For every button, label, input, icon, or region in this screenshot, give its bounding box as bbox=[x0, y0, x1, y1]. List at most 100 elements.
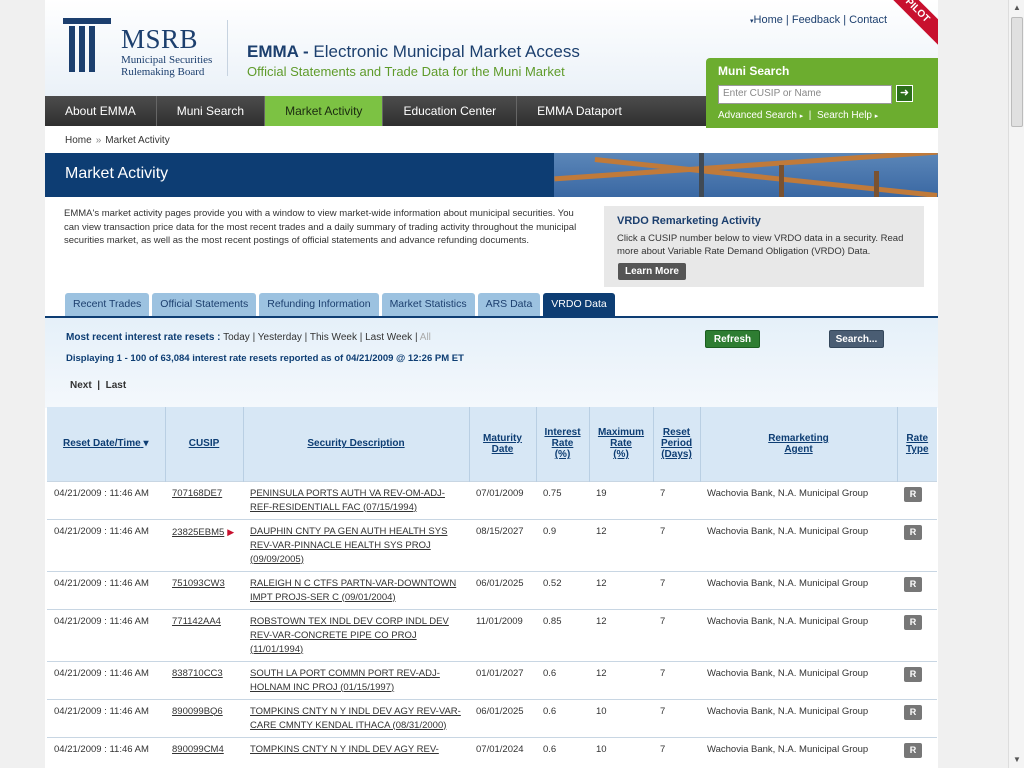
scrollbar-thumb[interactable] bbox=[1011, 17, 1023, 127]
sort-desc-icon: ▾ bbox=[143, 438, 149, 450]
tab-vrdo-data[interactable]: VRDO Data bbox=[543, 293, 615, 316]
rate-type[interactable]: R bbox=[897, 660, 937, 699]
reset-period: 7 bbox=[653, 698, 700, 737]
reset-datetime: 04/21/2009 : 11:46 AM bbox=[47, 608, 165, 661]
logo-text[interactable]: MSRB bbox=[121, 24, 198, 55]
tabs: Recent Trades Official Statements Refund… bbox=[65, 293, 618, 316]
tab-ars-data[interactable]: ARS Data bbox=[477, 293, 541, 316]
tab-market-statistics[interactable]: Market Statistics bbox=[381, 293, 475, 316]
rate-type[interactable]: R bbox=[897, 518, 937, 571]
scroll-up-icon[interactable]: ▲ bbox=[1009, 0, 1024, 16]
maximum-rate: 19 bbox=[589, 480, 653, 519]
tab-recent-trades[interactable]: Recent Trades bbox=[65, 293, 150, 316]
reset-period: 7 bbox=[653, 736, 700, 762]
interest-rate: 0.6 bbox=[536, 660, 589, 699]
breadcrumb-home[interactable]: Home bbox=[65, 135, 92, 146]
interest-rate: 0.9 bbox=[536, 518, 589, 571]
muni-search-links: Advanced Search ▸ | Search Help ▸ bbox=[718, 110, 879, 121]
cusip-link[interactable]: 751093CW3 bbox=[165, 570, 243, 609]
maximum-rate: 10 bbox=[589, 698, 653, 737]
rate-type[interactable]: R bbox=[897, 608, 937, 661]
col-security-description[interactable]: Security Description bbox=[242, 407, 469, 481]
arrow-right-icon[interactable]: ➜ bbox=[896, 85, 913, 102]
col-rate-type[interactable]: Rate Type bbox=[896, 407, 937, 481]
refresh-button[interactable]: Refresh bbox=[705, 330, 760, 348]
nav-about-emma[interactable]: About EMMA bbox=[45, 96, 157, 126]
nav-emma-dataport[interactable]: EMMA Dataport bbox=[517, 96, 642, 126]
cusip-link[interactable]: 707168DE7 bbox=[165, 480, 243, 519]
filter-last-week[interactable]: Last Week bbox=[365, 332, 412, 343]
security-description-link[interactable]: PENINSULA PORTS AUTH VA REV-OM-ADJ-REF-R… bbox=[243, 480, 469, 519]
filter-today[interactable]: Today bbox=[223, 332, 250, 343]
breadcrumb: Home» Market Activity bbox=[65, 135, 170, 146]
cusip-link[interactable]: 838710CC3 bbox=[165, 660, 243, 699]
rate-type[interactable]: R bbox=[897, 570, 937, 609]
tab-official-statements[interactable]: Official Statements bbox=[152, 293, 257, 316]
reset-datetime: 04/21/2009 : 11:46 AM bbox=[47, 698, 165, 737]
home-link[interactable]: Home bbox=[754, 14, 783, 26]
pilot-ribbon[interactable]: PILOT bbox=[880, 0, 938, 48]
muni-search-panel: Muni Search Enter CUSIP or Name ➜ Advanc… bbox=[706, 58, 938, 128]
interest-rate: 0.85 bbox=[536, 608, 589, 661]
col-maximum-rate[interactable]: Maximum Rate (%) bbox=[588, 407, 653, 481]
next-link[interactable]: Next bbox=[70, 380, 92, 391]
nav-education-center[interactable]: Education Center bbox=[383, 96, 518, 126]
rate-type[interactable]: R bbox=[897, 698, 937, 737]
learn-more-button[interactable]: Learn More bbox=[618, 263, 686, 280]
rate-type-badge[interactable]: R bbox=[904, 614, 922, 630]
security-description-link[interactable]: RALEIGH N C CTFS PARTN-VAR-DOWNTOWN IMPT… bbox=[243, 570, 469, 609]
maturity-date: 11/01/2009 bbox=[469, 608, 536, 661]
rate-type[interactable]: R bbox=[897, 480, 937, 519]
security-description-link[interactable]: DAUPHIN CNTY PA GEN AUTH HEALTH SYS REV-… bbox=[243, 518, 469, 571]
col-reset-datetime[interactable]: Reset Date/Time ▾ bbox=[47, 407, 165, 481]
filter-this-week[interactable]: This Week bbox=[310, 332, 357, 343]
security-description-link[interactable]: TOMPKINS CNTY N Y INDL DEV AGY REV- bbox=[243, 736, 469, 762]
security-description-link[interactable]: ROBSTOWN TEX INDL DEV CORP INDL DEV REV-… bbox=[243, 608, 469, 661]
rate-type-badge[interactable]: R bbox=[904, 666, 922, 682]
search-button[interactable]: Search... bbox=[829, 330, 884, 348]
vertical-scrollbar[interactable]: ▲ ▼ bbox=[1008, 0, 1024, 768]
security-description-link[interactable]: SOUTH LA PORT COMMN PORT REV-ADJ-HOLNAM … bbox=[243, 660, 469, 699]
chevron-right-icon: ▸ bbox=[874, 113, 879, 120]
logo-subtext: Municipal Securities Rulemaking Board bbox=[121, 54, 213, 78]
last-link[interactable]: Last bbox=[106, 380, 127, 391]
cusip-link[interactable]: 890099CM4 bbox=[165, 736, 243, 762]
rate-type-badge[interactable]: R bbox=[904, 576, 922, 592]
col-remarketing-agent[interactable]: Remarketing Agent bbox=[699, 407, 897, 481]
maximum-rate: 10 bbox=[589, 736, 653, 762]
cusip-cell: 23825EBM5 ▶ bbox=[165, 518, 243, 571]
feedback-link[interactable]: Feedback bbox=[792, 14, 840, 26]
search-help-link[interactable]: Search Help bbox=[817, 110, 872, 121]
rate-type-badge[interactable]: R bbox=[904, 704, 922, 720]
remarketing-agent: Wachovia Bank, N.A. Municipal Group bbox=[700, 518, 897, 571]
chevron-right-icon: ▸ bbox=[799, 113, 804, 120]
contact-link[interactable]: Contact bbox=[849, 14, 887, 26]
cusip-link[interactable]: 890099BQ6 bbox=[165, 698, 243, 737]
reset-period: 7 bbox=[653, 518, 700, 571]
rate-type-badge[interactable]: R bbox=[904, 486, 922, 502]
cusip-search-input[interactable]: Enter CUSIP or Name bbox=[718, 85, 892, 104]
cusip-link[interactable]: 771142AA4 bbox=[165, 608, 243, 661]
scroll-down-icon[interactable]: ▼ bbox=[1009, 752, 1024, 768]
security-description-link[interactable]: TOMPKINS CNTY N Y INDL DEV AGY REV-VAR-C… bbox=[243, 698, 469, 737]
col-reset-period[interactable]: Reset Period (Days) bbox=[652, 407, 700, 481]
cusip-link[interactable]: 23825EBM5 bbox=[172, 527, 224, 538]
flag-arrow-icon: ▶ bbox=[227, 526, 235, 537]
rate-type[interactable]: R bbox=[897, 736, 937, 762]
col-maturity-date[interactable]: Maturity Date bbox=[468, 407, 536, 481]
reset-datetime: 04/21/2009 : 11:46 AM bbox=[47, 660, 165, 699]
col-interest-rate[interactable]: Interest Rate (%) bbox=[535, 407, 589, 481]
advanced-search-link[interactable]: Advanced Search bbox=[718, 110, 797, 121]
nav-muni-search[interactable]: Muni Search bbox=[157, 96, 266, 126]
reset-datetime: 04/21/2009 : 11:46 AM bbox=[47, 570, 165, 609]
tab-refunding-information[interactable]: Refunding Information bbox=[259, 293, 379, 316]
remarketing-agent: Wachovia Bank, N.A. Municipal Group bbox=[700, 608, 897, 661]
rate-type-badge[interactable]: R bbox=[904, 524, 922, 540]
filter-yesterday[interactable]: Yesterday bbox=[258, 332, 302, 343]
col-cusip[interactable]: CUSIP bbox=[164, 407, 243, 481]
rate-type-badge[interactable]: R bbox=[904, 742, 922, 758]
header-divider bbox=[227, 20, 228, 76]
nav-market-activity[interactable]: Market Activity bbox=[265, 96, 384, 126]
maturity-date: 07/01/2009 bbox=[469, 480, 536, 519]
maximum-rate: 12 bbox=[589, 518, 653, 571]
